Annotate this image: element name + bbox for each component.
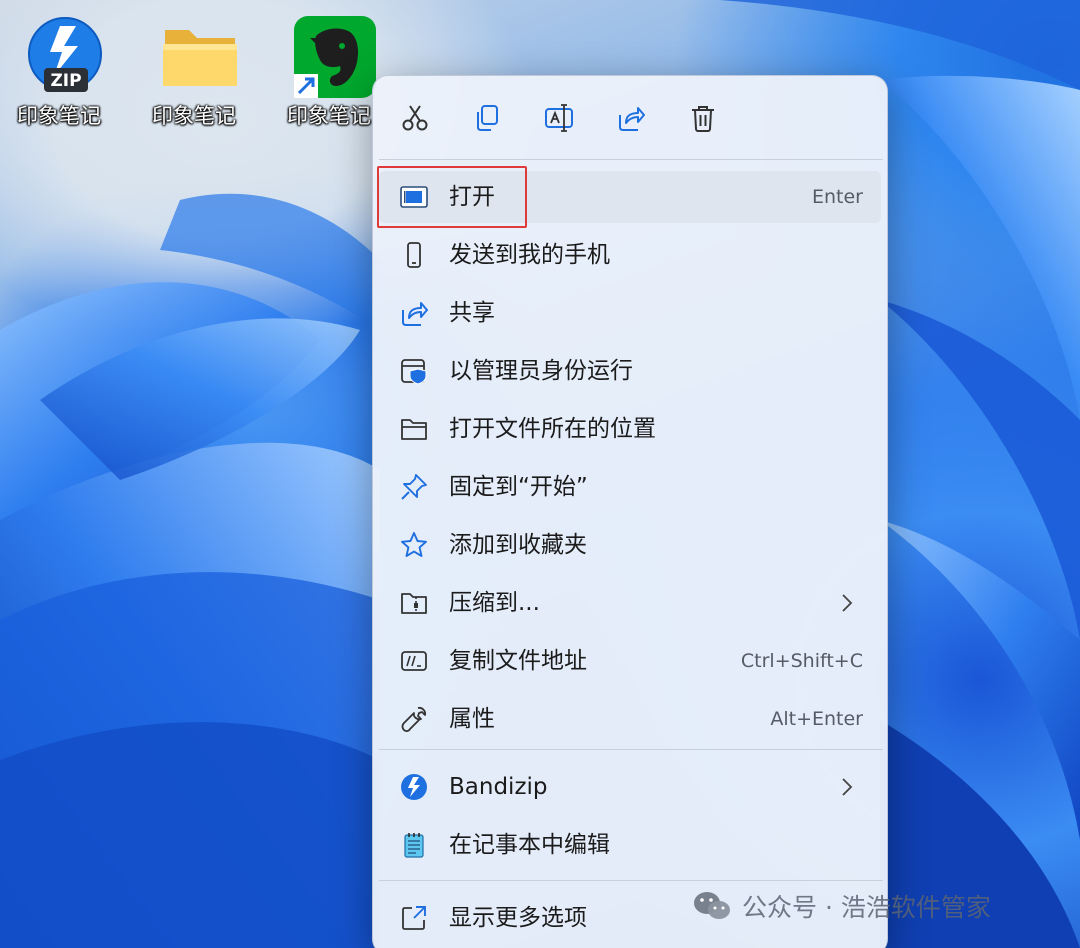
menu-item-label: 显示更多选项 [449,905,587,931]
open-item-highlight-box [377,166,527,228]
chevron-right-icon [842,594,853,612]
rename-button[interactable] [533,94,585,142]
phone-icon [399,240,429,270]
evernote-shortcut-icon [294,16,376,98]
menu-item-shortcut: Alt+Enter [770,708,863,730]
desktop-icon-label: 印象笔记 [152,104,236,128]
menu-separator [379,159,883,160]
wechat-icon [694,892,730,919]
chevron-right-icon [842,778,853,796]
desktop: ZIP 印象笔记 印象笔记 印象笔记 打开 Enter 发送到我的手机 共享 以… [0,0,1080,948]
admin-shield-icon [399,356,429,386]
menu-item-label: Bandizip [449,774,548,800]
folder-icon [163,30,237,86]
watermark: 公众号 · 浩浩软件管家 [692,886,991,926]
scissors-icon [402,105,428,131]
zip-folder-icon [399,588,429,618]
menu-item-open-location[interactable]: 打开文件所在的位置 [379,403,881,455]
trash-icon [692,106,714,132]
copy-icon [477,105,498,131]
context-menu: 打开 Enter 发送到我的手机 共享 以管理员身份运行 打开文件所在的位置 固… [372,75,888,948]
menu-item-label: 在记事本中编辑 [449,832,610,858]
star-icon [399,530,429,560]
rename-icon [545,104,573,132]
desktop-icon-label: 印象笔记 [287,104,371,128]
desktop-icon-folder[interactable]: 印象笔记 [145,12,241,132]
menu-item-label: 压缩到... [449,590,540,616]
menu-item-add-to-favorites[interactable]: 添加到收藏夹 [379,519,881,571]
menu-separator [379,880,883,881]
share-button[interactable] [605,94,657,142]
cut-button[interactable] [389,94,441,142]
menu-item-pin-to-start[interactable]: 固定到“开始” [379,461,881,513]
menu-item-shortcut: Ctrl+Shift+C [740,650,863,672]
menu-item-run-as-admin[interactable]: 以管理员身份运行 [379,345,881,397]
menu-item-label: 属性 [449,706,495,732]
share-icon [399,298,429,328]
wrench-icon [399,704,429,734]
menu-item-copy-path[interactable]: 复制文件地址 Ctrl+Shift+C [379,635,881,687]
menu-item-edit-in-notepad[interactable]: 在记事本中编辑 [379,819,881,871]
menu-item-share[interactable]: 共享 [379,287,881,339]
menu-item-send-to-phone[interactable]: 发送到我的手机 [379,229,881,281]
desktop-icon-evernote[interactable]: 印象笔记 [280,12,376,132]
menu-item-bandizip[interactable]: Bandizip [379,761,881,813]
menu-item-label: 打开文件所在的位置 [449,416,656,442]
watermark-text: 公众号 · 浩浩软件管家 [742,893,991,922]
menu-item-label: 添加到收藏夹 [449,532,587,558]
bandizip-icon [399,772,429,802]
zip-badge-label: ZIP [50,71,81,91]
menu-item-label: 发送到我的手机 [449,242,610,268]
desktop-icon-label: 印象笔记 [17,104,101,128]
desktop-icon-zip[interactable]: ZIP 印象笔记 [10,12,106,132]
menu-item-shortcut: Enter [812,186,863,208]
menu-item-label: 固定到“开始” [449,474,588,500]
notepad-icon [399,830,429,860]
menu-item-label: 共享 [449,300,495,326]
context-menu-toolbar [373,76,889,161]
menu-separator [379,749,883,750]
menu-item-compress-to[interactable]: 压缩到... [379,577,881,629]
menu-item-label: 以管理员身份运行 [449,358,633,384]
share-icon [619,107,645,131]
menu-item-label: 复制文件地址 [449,648,587,674]
copy-path-icon [399,646,429,676]
delete-button[interactable] [677,94,729,142]
copy-button[interactable] [461,94,513,142]
pin-icon [399,472,429,502]
folder-icon [399,414,429,444]
menu-item-properties[interactable]: 属性 Alt+Enter [379,693,881,745]
more-options-icon [399,903,429,933]
bandizip-zip-icon: ZIP [28,17,102,92]
